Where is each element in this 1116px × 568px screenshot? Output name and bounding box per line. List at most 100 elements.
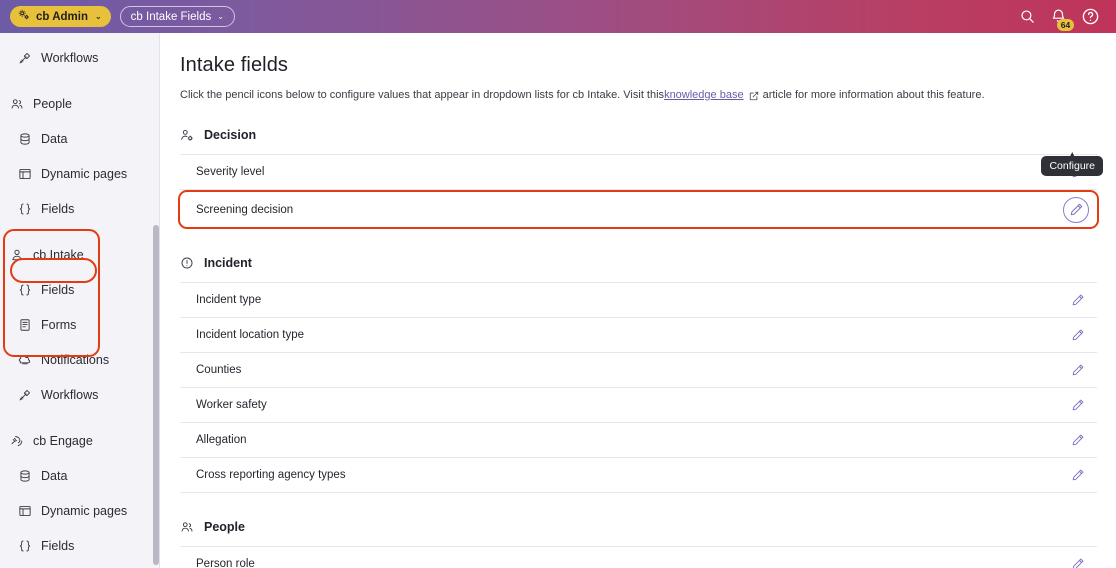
sidebar-item-label: Workflows: [41, 50, 99, 65]
table-row[interactable]: Person role: [180, 547, 1097, 568]
database-icon: [18, 132, 32, 146]
sidebar-scrollbar-thumb[interactable]: [153, 225, 159, 565]
sidebar-group-cb-intake[interactable]: cb Intake: [0, 237, 159, 272]
section-header-decision: Decision: [161, 120, 1116, 150]
field-name-label: Severity level: [196, 166, 265, 178]
field-name-label: Allegation: [196, 434, 247, 446]
braces-icon: [18, 539, 32, 553]
sidebar-item-label: Dynamic pages: [41, 166, 128, 181]
search-icon[interactable]: [1019, 8, 1036, 25]
pencil-icon[interactable]: [1067, 359, 1089, 381]
sidebar-item-workflows[interactable]: Workflows: [0, 377, 159, 412]
notifications-icon: [18, 353, 32, 367]
main-content: Intake fields Click the pencil icons bel…: [161, 33, 1116, 568]
external-link-icon: [749, 91, 759, 101]
sidebar-group-spacer: [0, 75, 159, 86]
person-icon: [10, 248, 24, 262]
sidebar-group-people[interactable]: People: [0, 86, 159, 121]
sidebar-item-dynamic-pages[interactable]: Dynamic pages: [0, 156, 159, 191]
topbar-actions: 64: [1019, 7, 1106, 31]
chevron-down-icon: ⌄: [217, 12, 224, 21]
pencil-icon[interactable]: [1067, 324, 1089, 346]
table-row[interactable]: Severity level: [180, 155, 1097, 190]
sidebar-item-label: Dynamic pages: [41, 503, 128, 518]
sidebar-group-label: cb Engage: [33, 433, 93, 448]
section-title: People: [204, 520, 245, 534]
table-row[interactable]: Worker safety: [180, 388, 1097, 423]
pencil-icon[interactable]: [1067, 394, 1089, 416]
table-row[interactable]: Incident type: [180, 283, 1097, 318]
alert-circle-icon: [180, 256, 194, 270]
section-header-people: People: [161, 512, 1116, 542]
forms-icon: [18, 318, 32, 332]
pencil-icon[interactable]: [1067, 429, 1089, 451]
person-settings-icon: [180, 128, 194, 142]
table-row[interactable]: Counties: [180, 353, 1097, 388]
sidebar-scroll-content: Notifications Workflows People Data Dynamic …: [0, 33, 159, 568]
sidebar-item-label: Fields: [41, 282, 75, 297]
braces-icon: [18, 283, 32, 297]
dynamic-pages-icon: [18, 504, 32, 518]
sidebar-item-fields[interactable]: Fields: [0, 528, 159, 563]
pencil-icon[interactable]: [1067, 553, 1089, 568]
sidebar-item-forms[interactable]: Forms: [0, 307, 159, 342]
gears-icon: [17, 8, 31, 25]
field-sections: Decision Severity level Screening decision…: [161, 120, 1116, 568]
sidebar-item-workflows[interactable]: Workflows: [0, 40, 159, 75]
admin-context-pill[interactable]: cb Admin ⌄: [10, 6, 111, 27]
page-subtitle: Click the pencil icons below to configur…: [161, 77, 1116, 101]
table-row[interactable]: Allegation: [180, 423, 1097, 458]
engage-icon: [10, 434, 24, 448]
section-header-incident: Incident: [161, 248, 1116, 278]
field-name-label: Counties: [196, 364, 242, 376]
sidebar-item-dynamic-pages[interactable]: Dynamic pages: [0, 493, 159, 528]
braces-icon: [18, 202, 32, 216]
table-row[interactable]: Screening decision Configure: [178, 156, 1103, 229]
field-row-list: Incident type Incident location type Count…: [180, 282, 1097, 493]
pencil-icon[interactable]: [1067, 289, 1089, 311]
sidebar-item-label: Forms: [41, 317, 77, 332]
left-sidebar: Notifications Workflows People Data Dynamic …: [0, 33, 160, 568]
table-row[interactable]: Incident location type: [180, 318, 1097, 353]
field-name-label: Screening decision: [196, 203, 294, 216]
section-title: Incident: [204, 256, 252, 270]
sidebar-item-fields[interactable]: Fields: [0, 272, 159, 307]
sidebar-group-label: cb Intake: [33, 247, 84, 262]
admin-pill-label: cb Admin: [36, 10, 88, 23]
field-row-list: Severity level Screening decision Configur…: [178, 154, 1103, 229]
sidebar-item-notifications[interactable]: Notifications: [0, 342, 159, 377]
field-name-label: Incident location type: [196, 329, 305, 341]
sidebar-item-fields[interactable]: Fields: [0, 191, 159, 226]
context-selector-pill[interactable]: cb Intake Fields ⌄: [119, 6, 235, 27]
sidebar-group-spacer: [0, 412, 159, 423]
table-row[interactable]: Cross reporting agency types: [180, 458, 1097, 493]
database-icon: [18, 469, 32, 483]
section-title: Decision: [204, 128, 257, 142]
sidebar-item-data[interactable]: Data: [0, 121, 159, 156]
configure-tooltip: Configure: [1041, 156, 1103, 176]
subtitle-text-before: Click the pencil icons below to configur…: [180, 89, 665, 101]
field-name-label: Cross reporting agency types: [196, 469, 346, 481]
sidebar-item-label: Notifications: [41, 352, 110, 367]
notifications-bell-icon[interactable]: 64: [1050, 8, 1074, 31]
field-name-label: Worker safety: [196, 399, 267, 411]
sidebar-item-label: Data: [41, 131, 68, 146]
field-name-label: Person role: [196, 558, 255, 568]
sidebar-item-forms[interactable]: Forms: [0, 563, 159, 568]
page-title: Intake fields: [180, 54, 289, 76]
help-circle-icon[interactable]: [1081, 7, 1100, 26]
sidebar-item-label: Workflows: [41, 387, 99, 402]
sidebar-group-spacer: [0, 226, 159, 237]
top-navigation-bar: cb Admin ⌄ cb Intake Fields ⌄ 64: [0, 0, 1116, 33]
knowledge-base-link[interactable]: knowledge base: [664, 89, 744, 101]
notification-count-badge: 64: [1057, 19, 1074, 31]
pencil-icon[interactable]: [1063, 196, 1089, 223]
workflows-icon: [18, 388, 32, 402]
context-pill-label: cb Intake Fields: [130, 10, 212, 23]
sidebar-item-notifications[interactable]: Notifications: [0, 33, 159, 40]
pencil-icon[interactable]: [1067, 464, 1089, 486]
people-group-icon: [10, 97, 24, 111]
sidebar-group-label: People: [33, 96, 72, 111]
sidebar-item-data[interactable]: Data: [0, 458, 159, 493]
sidebar-group-cb-engage[interactable]: cb Engage: [0, 423, 159, 458]
